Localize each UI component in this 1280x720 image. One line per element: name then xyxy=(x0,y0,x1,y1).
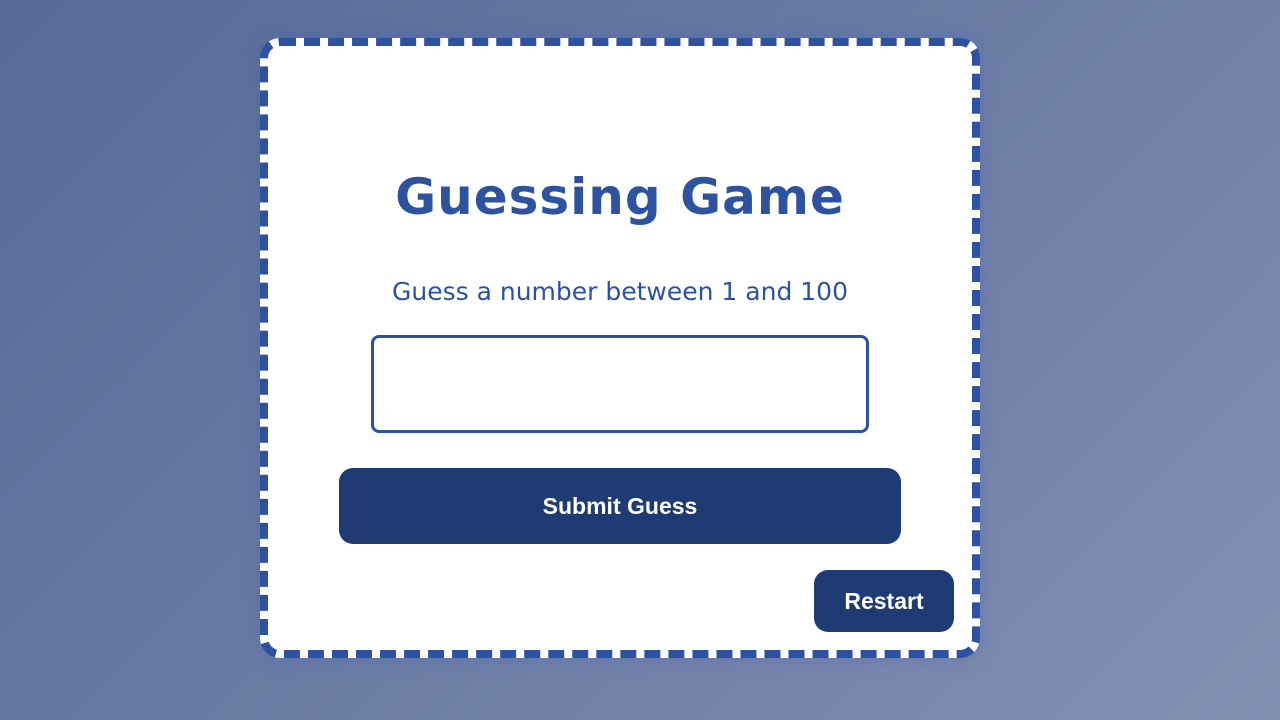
game-title: Guessing Game xyxy=(395,168,845,226)
restart-button[interactable]: Restart xyxy=(814,570,954,632)
submit-guess-button[interactable]: Submit Guess xyxy=(339,468,901,544)
guess-input[interactable] xyxy=(371,335,869,433)
page-background: { "game": { "title": "Guessing Game", "i… xyxy=(0,0,1280,720)
game-instruction: Guess a number between 1 and 100 xyxy=(392,277,848,306)
game-card: Guessing Game Guess a number between 1 a… xyxy=(260,38,980,658)
